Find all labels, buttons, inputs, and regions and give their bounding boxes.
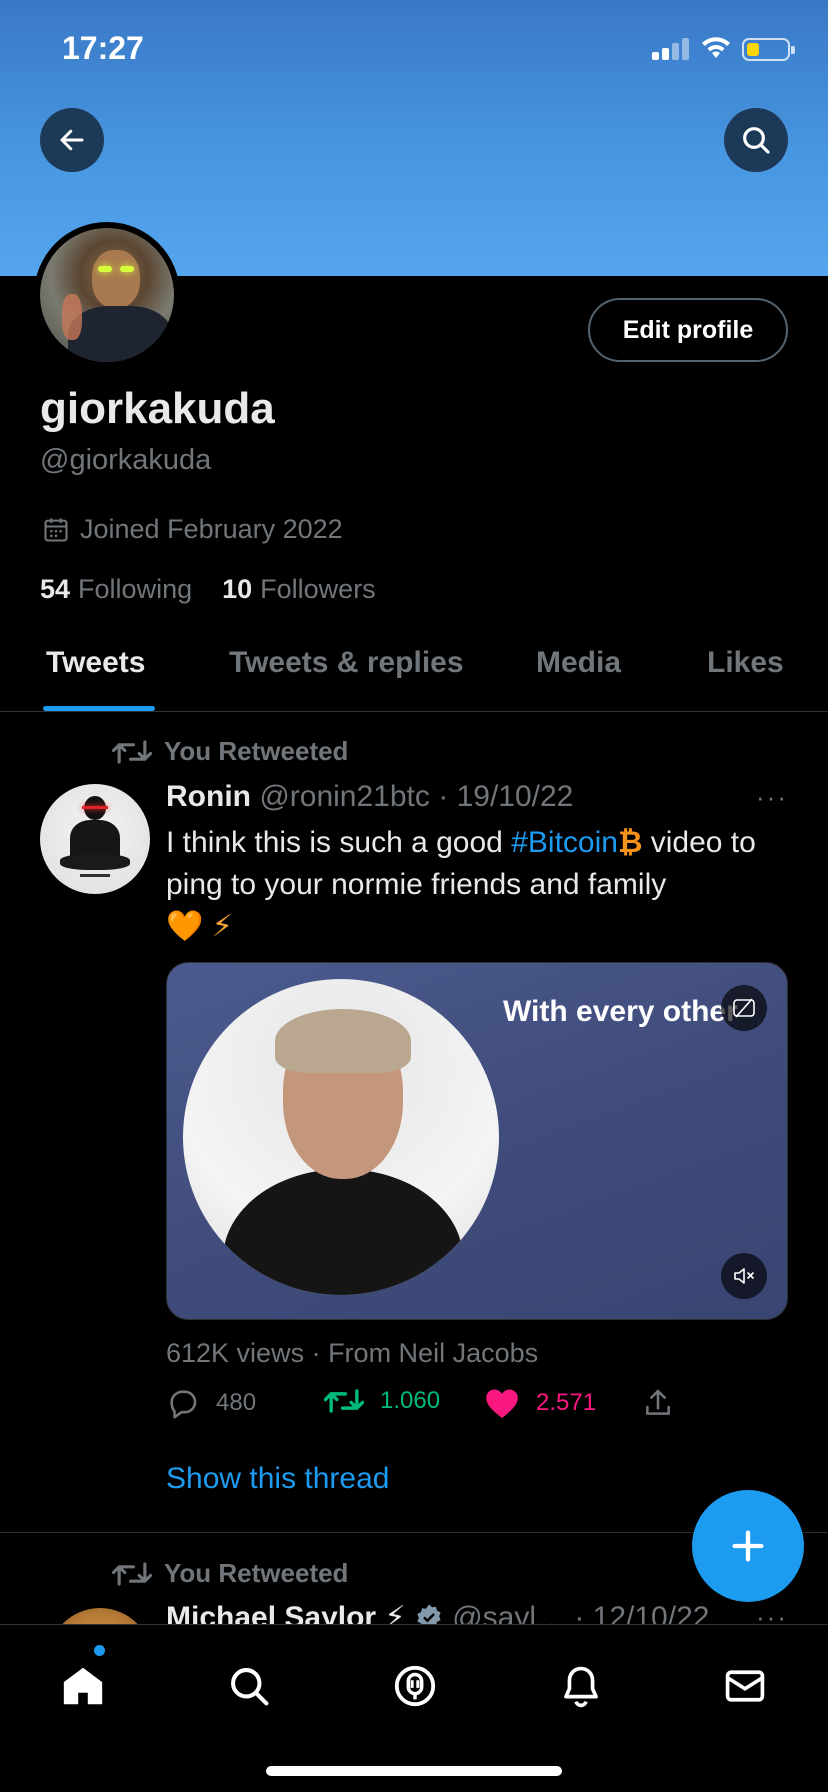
tweet-header: Ronin @ronin21btc · 19/10/22 bbox=[166, 780, 573, 814]
retweet-icon bbox=[112, 1561, 152, 1586]
tab-likes[interactable]: Likes bbox=[707, 646, 784, 680]
share-button[interactable] bbox=[642, 1386, 674, 1420]
edit-profile-button[interactable]: Edit profile bbox=[588, 298, 788, 362]
retweet-icon bbox=[324, 1389, 364, 1413]
battery-icon bbox=[742, 38, 795, 61]
nav-messages[interactable] bbox=[718, 1659, 772, 1713]
profile-stats: 54 Following 10 Followers bbox=[40, 574, 376, 605]
captions-button[interactable] bbox=[721, 985, 767, 1031]
nav-notifications[interactable] bbox=[554, 1659, 608, 1713]
reply-icon bbox=[170, 1390, 197, 1419]
like-button[interactable]: 2.571 bbox=[484, 1386, 596, 1420]
home-notification-dot bbox=[94, 1645, 105, 1656]
tweet-author-avatar[interactable] bbox=[40, 784, 150, 894]
profile-joined: Joined February 2022 bbox=[42, 514, 343, 545]
tab-tweets[interactable]: Tweets bbox=[46, 646, 145, 680]
active-tab-indicator bbox=[43, 706, 155, 711]
envelope-icon bbox=[725, 1670, 765, 1702]
muted-speaker-icon bbox=[734, 1268, 754, 1284]
joined-text: Joined February 2022 bbox=[80, 514, 343, 544]
retweet-context-label-2: You Retweeted bbox=[164, 1558, 349, 1588]
video-frame bbox=[183, 979, 499, 1295]
profile-avatar[interactable] bbox=[34, 222, 180, 368]
followers-count[interactable]: 10 bbox=[222, 574, 252, 605]
retweet-count: 1.060 bbox=[380, 1387, 441, 1414]
captions-off-icon bbox=[733, 998, 755, 1018]
nav-spaces[interactable] bbox=[388, 1659, 442, 1713]
tweet-date-separator: · bbox=[438, 780, 449, 813]
tweet-date[interactable]: 19/10/22 bbox=[457, 780, 574, 813]
share-icon bbox=[646, 1389, 670, 1415]
nav-home[interactable] bbox=[56, 1659, 110, 1713]
followers-label[interactable]: Followers bbox=[260, 574, 376, 605]
home-icon bbox=[63, 1667, 103, 1705]
reply-button[interactable]: 480 bbox=[166, 1386, 256, 1420]
wifi-icon bbox=[702, 37, 730, 58]
tab-media[interactable]: Media bbox=[536, 646, 621, 680]
search-button[interactable] bbox=[724, 108, 788, 172]
profile-display-name: giorkakuda bbox=[40, 384, 275, 433]
following-count[interactable]: 54 bbox=[40, 574, 70, 605]
profile-tabs: Tweets Tweets & replies Media Likes bbox=[0, 636, 828, 712]
compose-tweet-button[interactable] bbox=[692, 1490, 804, 1602]
tweet-text: I think this is such a good #Bitcoin₿ vi… bbox=[166, 822, 796, 948]
status-time: 17:27 bbox=[62, 30, 144, 66]
plus-icon bbox=[732, 1530, 764, 1562]
retweet-button[interactable]: 1.060 bbox=[324, 1386, 440, 1416]
search-icon bbox=[231, 1668, 269, 1706]
like-count: 2.571 bbox=[536, 1389, 597, 1416]
back-button[interactable] bbox=[40, 108, 104, 172]
retweet-context: You Retweeted bbox=[112, 736, 348, 767]
spaces-microphone-icon bbox=[394, 1665, 436, 1707]
tab-tweets-replies[interactable]: Tweets & replies bbox=[229, 646, 464, 680]
tweet-emojis: 🧡 ⚡ bbox=[166, 910, 233, 943]
tweet-author-name[interactable]: Ronin bbox=[166, 780, 251, 813]
tweet-video[interactable]: With every other bbox=[166, 962, 788, 1320]
cellular-signal-icon bbox=[652, 36, 690, 60]
bell-icon bbox=[564, 1666, 598, 1708]
tweet-more-button[interactable]: ··· bbox=[756, 782, 788, 813]
search-icon bbox=[743, 127, 770, 154]
bitcoin-emoji: ₿ bbox=[617, 826, 643, 859]
show-thread-link[interactable]: Show this thread bbox=[166, 1462, 389, 1496]
tweet-hashtag[interactable]: #Bitcoin bbox=[511, 826, 618, 859]
mute-button[interactable] bbox=[721, 1253, 767, 1299]
tweet-author-handle[interactable]: @ronin21btc bbox=[259, 780, 430, 813]
back-arrow-icon bbox=[60, 129, 84, 151]
retweet-context-label: You Retweeted bbox=[164, 736, 349, 766]
tweet-actions: 480 1.060 2.571 bbox=[166, 1386, 726, 1426]
calendar-icon bbox=[44, 517, 68, 542]
tweet-views: 612K views · From Neil Jacobs bbox=[166, 1338, 539, 1368]
tweet-text-before: I think this is such a good bbox=[166, 826, 512, 859]
following-label[interactable]: Following bbox=[78, 574, 192, 605]
video-caption: With every other bbox=[503, 995, 738, 1028]
reply-count: 480 bbox=[216, 1389, 257, 1416]
retweet-context-2: You Retweeted bbox=[112, 1558, 348, 1589]
home-indicator bbox=[266, 1766, 562, 1776]
profile-handle: @giorkakuda bbox=[40, 444, 212, 476]
heart-icon bbox=[486, 1389, 518, 1418]
nav-explore[interactable] bbox=[222, 1659, 276, 1713]
retweet-icon bbox=[112, 739, 152, 764]
